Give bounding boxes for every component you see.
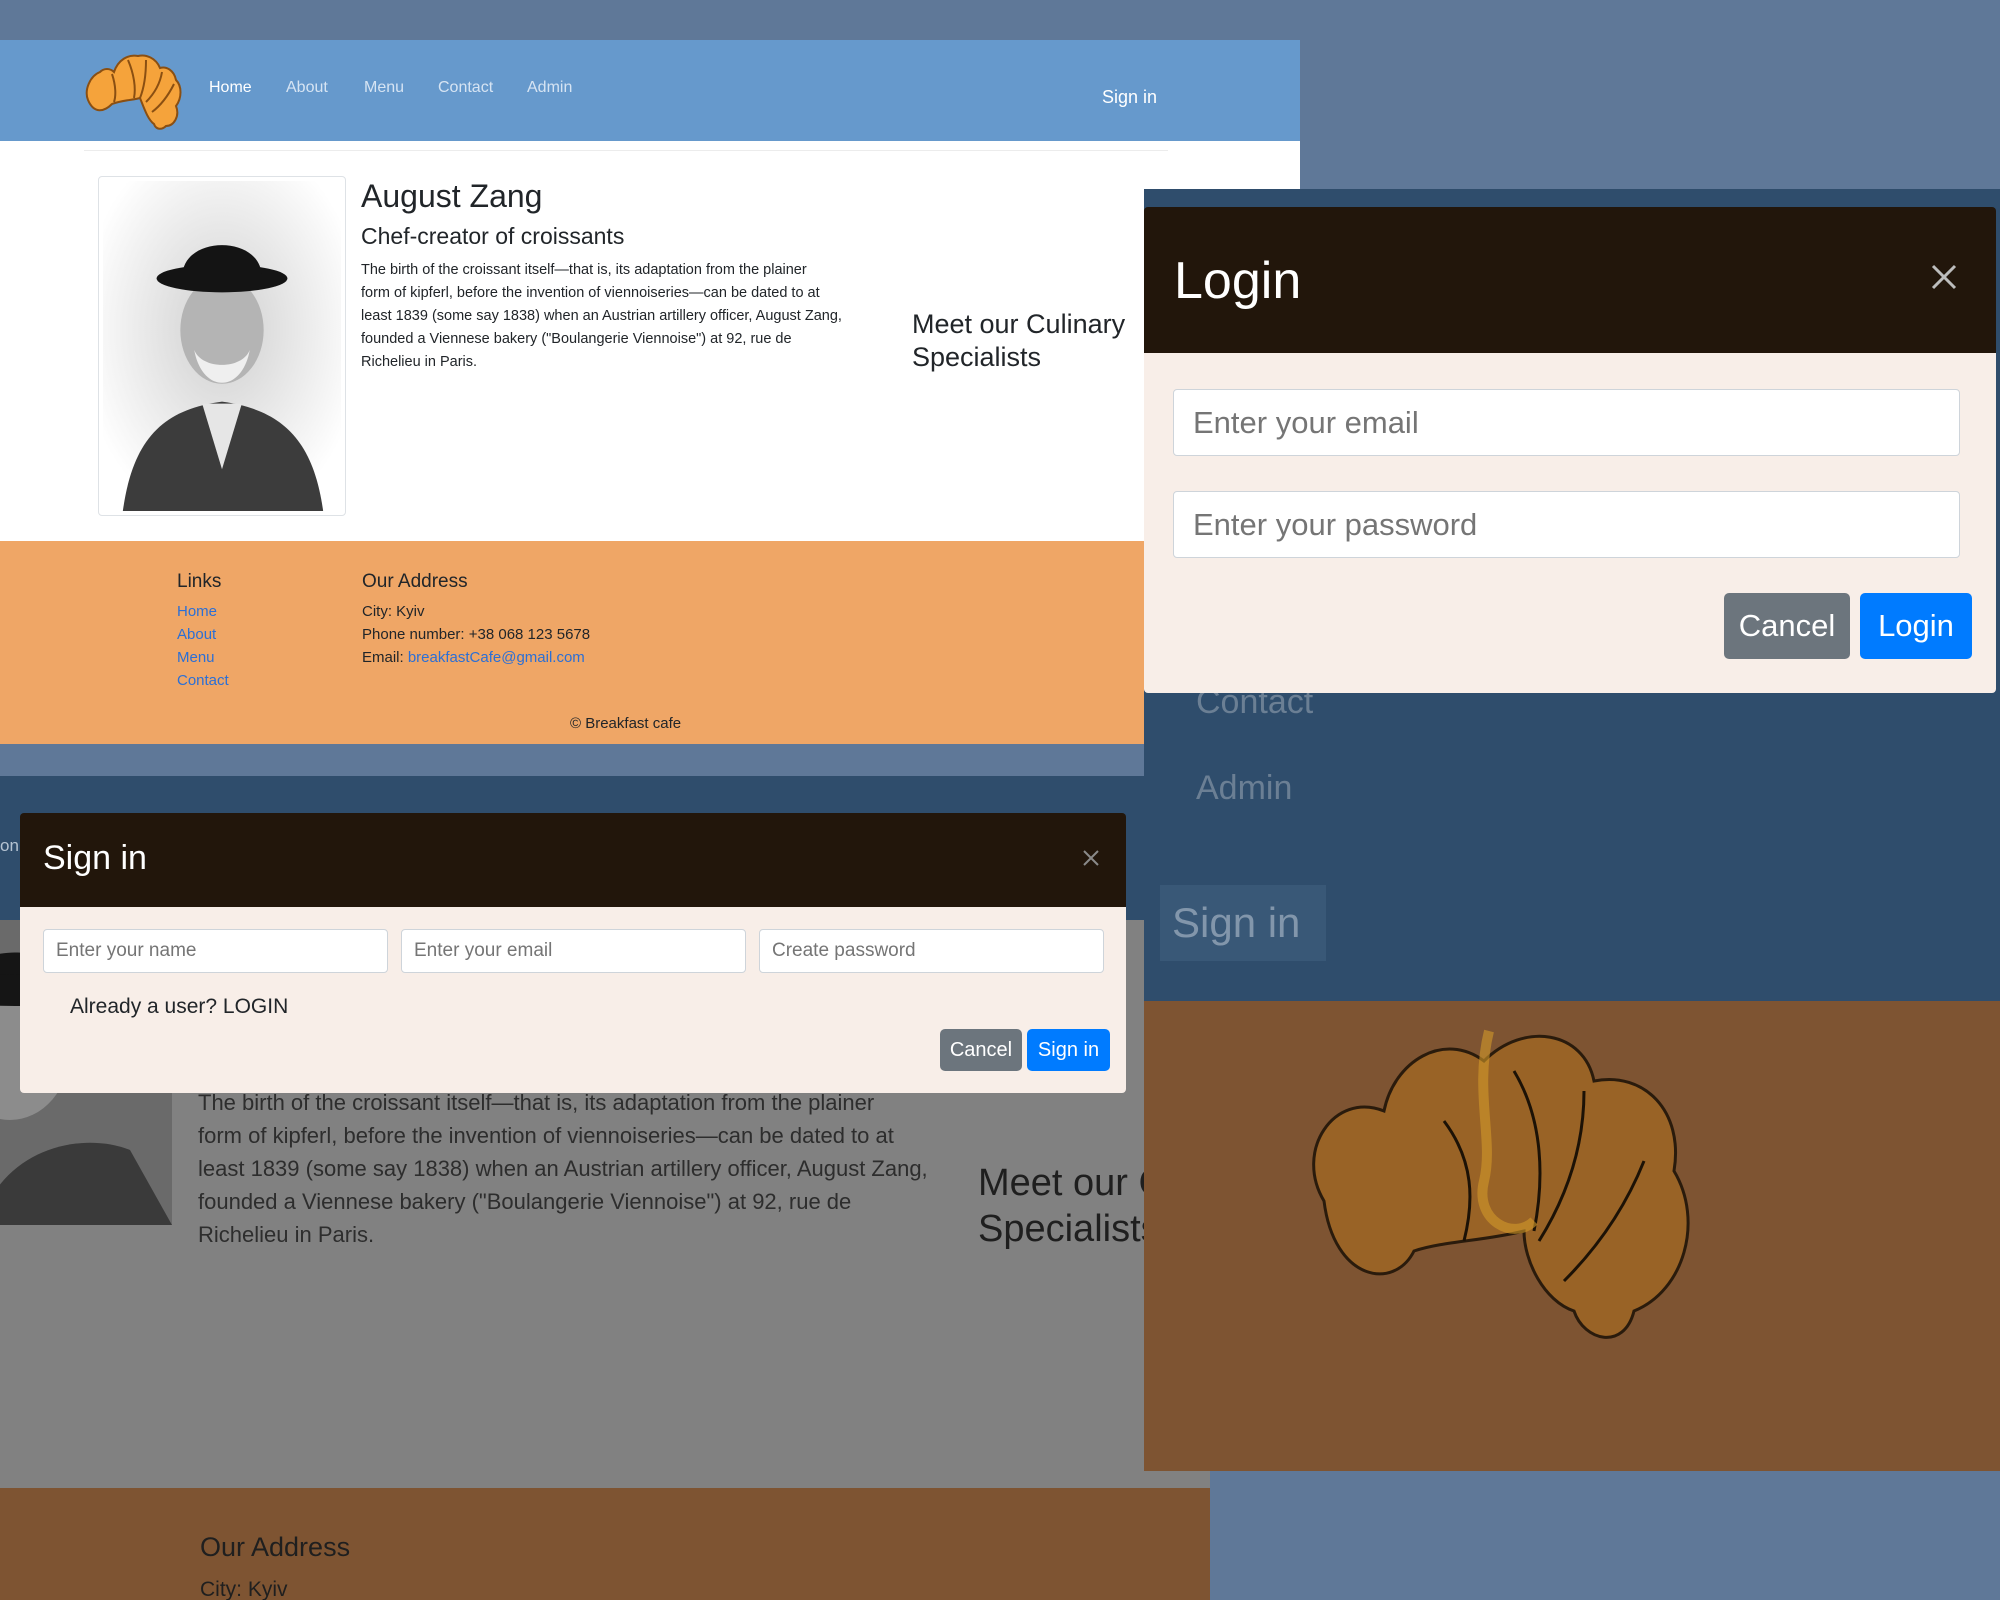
login-email-input[interactable] <box>1173 389 1960 456</box>
specialists-heading: Meet our Culinary Specialists <box>912 308 1142 374</box>
footer-link-contact[interactable]: Contact <box>177 672 229 689</box>
footer-link-about[interactable]: About <box>177 626 216 643</box>
signin-submit-button[interactable]: Sign in <box>1027 1029 1110 1071</box>
footer-address-heading: Our Address <box>362 571 468 592</box>
footer-dimmed <box>0 1488 1210 1600</box>
chef-bio-dimmed: The birth of the croissant itself—that i… <box>198 1086 938 1251</box>
chef-bio-line: The birth of the croissant itself—that i… <box>361 262 807 278</box>
login-modal-header: Login <box>1144 207 1996 353</box>
nav-contact[interactable]: Contact <box>438 79 493 97</box>
nav-signin-dimmed: Sign in <box>1160 885 1326 961</box>
chef-bio: The birth of the croissant itself—that i… <box>361 259 881 374</box>
chef-bio-line: least 1839 (some say 1838) when an Austr… <box>198 1156 928 1181</box>
chef-bio-line: Richelieu in Paris. <box>198 1222 375 1247</box>
nav-about[interactable]: About <box>286 79 328 97</box>
footer-email-row: Email: breakfastCafe@gmail.com <box>362 649 585 666</box>
chef-role: Chef-creator of croissants <box>361 223 625 249</box>
chef-bio-line: form of kipferl, before the invention of… <box>198 1123 894 1148</box>
chef-bio-line: founded a Viennese bakery ("Boulangerie … <box>198 1189 852 1214</box>
login-modal-title: Login <box>1174 252 1302 310</box>
footer-phone: Phone number: +38 068 123 5678 <box>362 626 591 643</box>
nav-signin-link[interactable]: Sign in <box>1102 87 1157 108</box>
footer-link-home[interactable]: Home <box>177 603 217 620</box>
signin-modal-header: Sign in <box>20 813 1126 907</box>
login-page-screenshot: Contact Admin Sign in Login Cancel Login <box>1144 189 2000 1471</box>
signin-email-input[interactable] <box>401 929 746 973</box>
footer-email-label: Email: <box>362 649 408 666</box>
login-cancel-button[interactable]: Cancel <box>1724 593 1850 659</box>
signin-modal-body: Already a user? LOGIN Cancel Sign in <box>20 907 1126 1093</box>
signin-page-screenshot: on The birth of the croissant itself—tha… <box>0 776 1210 1600</box>
close-icon[interactable] <box>1082 849 1100 867</box>
footer: Links Home About Menu Contact Our Addres… <box>0 541 1300 744</box>
footer-city: City: Kyiv <box>362 603 425 620</box>
main-page-screenshot: Home About Menu Contact Admin Sign in Au… <box>0 40 1300 744</box>
partial-nav-text: on <box>0 836 19 855</box>
chef-bio-line: Richelieu in Paris. <box>361 354 478 370</box>
specialists-line: Meet our Culinary <box>912 309 1126 339</box>
close-icon[interactable] <box>1930 263 1958 291</box>
footer-links-heading: Links <box>177 571 222 592</box>
footer-city: City: Kyiv <box>200 1578 288 1600</box>
login-switch-link[interactable]: Already a user? LOGIN <box>70 995 288 1019</box>
signin-name-input[interactable] <box>43 929 388 973</box>
signin-cancel-button[interactable]: Cancel <box>940 1029 1022 1071</box>
login-password-input[interactable] <box>1173 491 1960 558</box>
nav-admin[interactable]: Admin <box>527 79 572 97</box>
login-submit-button[interactable]: Login <box>1860 593 1972 659</box>
chef-portrait <box>98 176 346 516</box>
chef-name: August Zang <box>361 178 543 214</box>
nav-menu[interactable]: Menu <box>364 79 404 97</box>
login-modal: Login Cancel Login <box>1144 207 1996 693</box>
nav-admin-dimmed: Admin <box>1196 769 1293 807</box>
footer-address-heading: Our Address <box>200 1532 351 1562</box>
footer-copyright: © Breakfast cafe <box>570 715 682 732</box>
login-modal-body: Cancel Login <box>1144 353 1996 693</box>
divider <box>84 150 1168 151</box>
footer-email-link[interactable]: breakfastCafe@gmail.com <box>408 649 585 666</box>
navbar: Home About Menu Contact Admin Sign in <box>0 40 1300 141</box>
signin-password-input[interactable] <box>759 929 1104 973</box>
croissant-illustration-icon <box>1312 1029 1690 1339</box>
specialists-line: Specialists <box>912 342 1042 372</box>
signin-modal: Sign in Already a user? LOGIN Cancel Sig… <box>20 813 1126 1093</box>
croissant-logo-icon[interactable] <box>82 50 186 132</box>
footer-link-menu[interactable]: Menu <box>177 649 215 666</box>
chef-bio-line: founded a Viennese bakery ("Boulangerie … <box>361 331 792 347</box>
footer-dimmed <box>1144 1001 2000 1471</box>
chef-bio-line: least 1839 (some say 1838) when an Austr… <box>361 308 842 324</box>
nav-home[interactable]: Home <box>209 79 252 97</box>
signin-modal-title: Sign in <box>43 839 147 877</box>
chef-bio-line: form of kipferl, before the invention of… <box>361 285 820 301</box>
